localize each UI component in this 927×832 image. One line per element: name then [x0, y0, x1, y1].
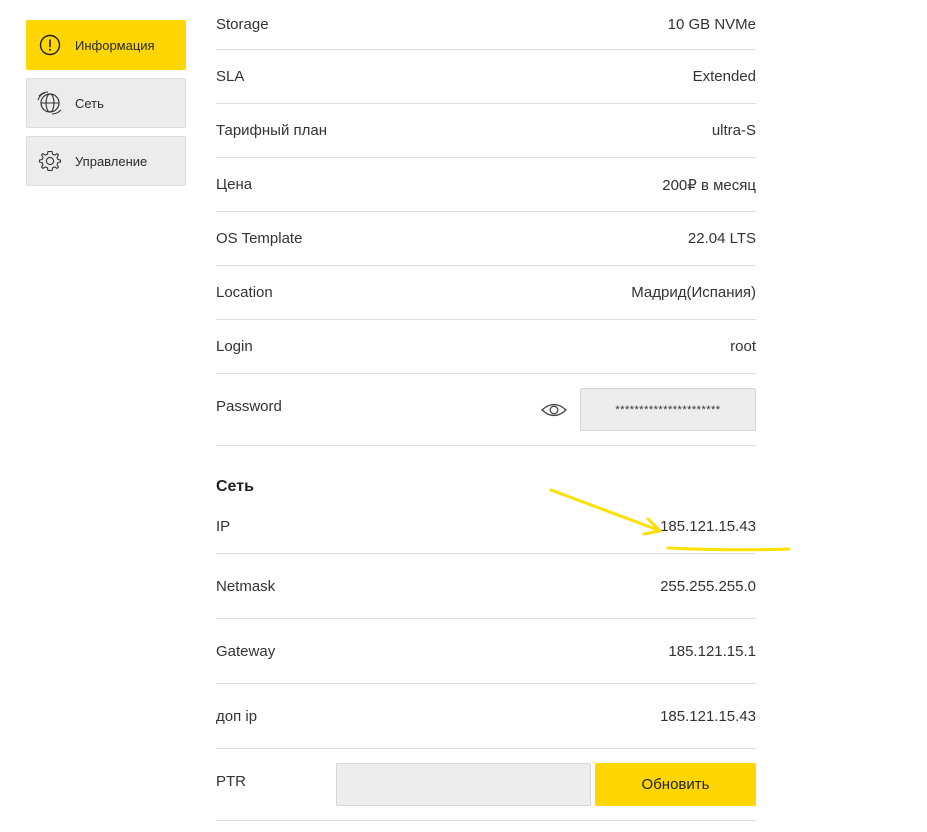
info-row-location: Location Мадрид(Испания) — [216, 266, 756, 320]
row-label: SLA — [216, 68, 245, 85]
info-row-sla: SLA Extended — [216, 50, 756, 104]
info-row-password: Password ********************** — [216, 374, 756, 446]
info-row-login: Login root — [216, 320, 756, 374]
row-label: OS Template — [216, 230, 303, 247]
sidebar-item-management[interactable]: Управление — [26, 136, 186, 186]
row-label: PTR — [216, 773, 246, 790]
row-value: ultra-S — [711, 122, 756, 139]
row-value: 22.04 LTS — [687, 230, 756, 247]
row-label: Netmask — [216, 577, 276, 595]
row-value: 10 GB NVMe — [667, 16, 756, 33]
sidebar-item-label: Управление — [75, 153, 148, 169]
gear-icon — [37, 148, 63, 174]
sidebar-item-label: Сеть — [75, 95, 104, 111]
info-row-storage: Storage 10 GB NVMe — [216, 0, 756, 50]
sidebar-item-label: Информация — [75, 37, 155, 53]
sidebar-item-info[interactable]: Информация — [26, 20, 186, 70]
password-controls: ********************** — [540, 388, 756, 431]
ptr-controls: Обновить — [336, 763, 756, 806]
info-circle-icon — [37, 32, 63, 58]
row-label: Password — [216, 398, 282, 415]
row-label: IP — [216, 518, 231, 535]
update-button[interactable]: Обновить — [595, 763, 756, 806]
info-row-plan: Тарифный план ultra-S — [216, 104, 756, 158]
row-value: 185.121.15.1 — [668, 642, 756, 660]
sidebar-item-network[interactable]: Сеть — [26, 78, 186, 128]
network-row-extra-ip: доп ip 185.121.15.43 — [216, 684, 756, 749]
row-label: Login — [216, 338, 253, 355]
eye-icon[interactable] — [540, 400, 568, 420]
info-row-price: Цена 200₽ в месяц — [216, 158, 756, 212]
server-info: Storage 10 GB NVMe SLA Extended Тарифный… — [216, 0, 756, 821]
row-label: доп ip — [216, 707, 258, 725]
network-row-gateway: Gateway 185.121.15.1 — [216, 619, 756, 684]
info-row-os-template: OS Template 22.04 LTS — [216, 212, 756, 266]
network-row-netmask: Netmask 255.255.255.0 — [216, 554, 756, 619]
row-value: root — [730, 338, 756, 355]
ptr-input[interactable] — [336, 763, 591, 806]
row-label: Storage — [216, 16, 269, 33]
row-label: Тарифный план — [216, 122, 328, 139]
row-label: Location — [216, 284, 273, 301]
row-value: 185.121.15.43 — [660, 518, 756, 535]
row-label: Цена — [216, 176, 253, 193]
row-value: 255.255.255.0 — [660, 577, 756, 595]
network-row-ptr: PTR Обновить — [216, 749, 756, 821]
row-value: Мадрид(Испания) — [631, 284, 756, 301]
page: Информация Сеть Управление Storage 10 GB… — [0, 0, 927, 832]
row-value: 200₽ в месяц — [662, 176, 756, 194]
network-section-title: Сеть — [216, 478, 254, 495]
password-field[interactable]: ********************** — [580, 388, 756, 431]
network-icon — [37, 90, 63, 116]
network-row-ip: IP 185.121.15.43 — [216, 500, 756, 554]
row-value: 185.121.15.43 — [660, 707, 756, 725]
sidebar: Информация Сеть Управление — [26, 20, 186, 194]
row-value: Extended — [692, 68, 756, 85]
row-label: Gateway — [216, 642, 276, 660]
